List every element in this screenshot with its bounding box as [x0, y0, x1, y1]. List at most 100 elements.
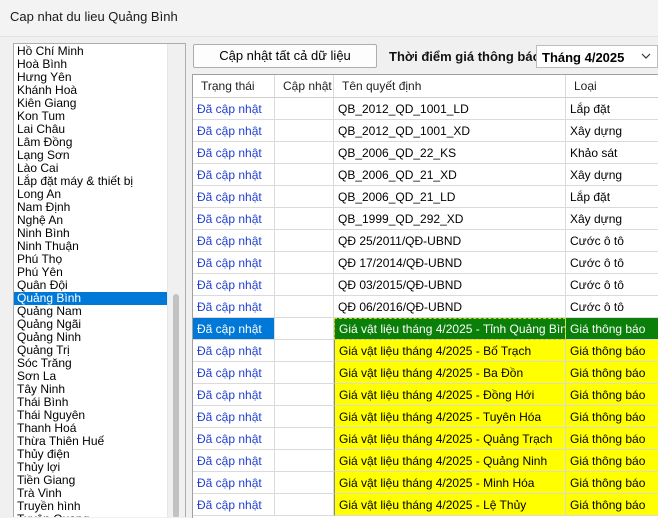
status-cell[interactable]: Đã cập nhật — [193, 208, 275, 230]
decision-name-cell[interactable]: Giá vật liệu tháng 4/2025 - Quảng Trạch — [334, 428, 566, 450]
update-cell[interactable] — [275, 142, 334, 164]
decision-name-cell[interactable]: QB_2006_QD_22_KS — [334, 142, 566, 164]
type-cell[interactable]: Cước ô tô — [566, 296, 658, 318]
update-cell[interactable] — [275, 98, 334, 120]
decision-name-cell[interactable]: Giá vật liệu tháng 4/2025 - Tỉnh Quảng B… — [334, 318, 566, 340]
decision-name-cell[interactable]: QB_1999_QD_292_XD — [334, 208, 566, 230]
type-cell[interactable]: Lắp đặt — [566, 98, 658, 120]
status-cell[interactable]: Đã cập nhật — [193, 274, 275, 296]
update-cell[interactable] — [275, 296, 334, 318]
update-cell[interactable] — [275, 252, 334, 274]
decision-name-cell[interactable]: QĐ 03/2015/QĐ-UBND — [334, 274, 566, 296]
province-item[interactable]: Tuyên Quang — [14, 513, 169, 518]
status-cell[interactable]: Đã cập nhật — [193, 340, 275, 362]
status-cell[interactable]: Đã cập nhật — [193, 142, 275, 164]
decision-name-cell[interactable]: Giá vật liệu tháng 4/2025 - Bố Trạch — [334, 340, 566, 362]
update-cell[interactable] — [275, 230, 334, 252]
type-cell[interactable]: Giá thông báo — [566, 362, 658, 384]
column-header-type[interactable]: Loại — [566, 75, 658, 97]
type-cell[interactable]: Xây dựng — [566, 164, 658, 186]
type-cell[interactable]: Giá thông báo — [566, 384, 658, 406]
table-row[interactable]: Đã cập nhật QĐ 03/2015/QĐ-UBND Cước ô tô — [193, 274, 658, 296]
table-row[interactable]: Đã cập nhật QB_2012_QD_1001_LD Lắp đặt — [193, 98, 658, 120]
decision-name-cell[interactable]: QB_2012_QD_1001_XD — [334, 120, 566, 142]
update-cell[interactable] — [275, 472, 334, 494]
table-row[interactable]: Đã cập nhật QB_2006_QD_22_KS Khảo sát — [193, 142, 658, 164]
status-cell[interactable]: Đã cập nhật — [193, 494, 275, 516]
type-cell[interactable]: Giá thông báo — [566, 472, 658, 494]
table-row[interactable]: Đã cập nhật QB_2012_QD_1001_XD Xây dựng — [193, 120, 658, 142]
status-cell[interactable]: Đã cập nhật — [193, 318, 275, 340]
status-cell[interactable]: Đã cập nhật — [193, 98, 275, 120]
table-row[interactable]: Đã cập nhật Giá vật liệu tháng 4/2025 - L… — [193, 494, 658, 516]
type-cell[interactable]: Cước ô tô — [566, 252, 658, 274]
type-cell[interactable]: Giá thông báo — [566, 450, 658, 472]
update-cell[interactable] — [275, 406, 334, 428]
column-header-update[interactable]: Cập nhật — [275, 75, 334, 97]
type-cell[interactable]: Cước ô tô — [566, 274, 658, 296]
update-cell[interactable] — [275, 340, 334, 362]
month-select[interactable]: Tháng 4/2025 — [536, 45, 658, 68]
decision-name-cell[interactable]: QB_2006_QD_21_XD — [334, 164, 566, 186]
table-row[interactable]: Đã cập nhật Giá vật liệu tháng 4/2025 - T… — [193, 318, 658, 340]
table-row[interactable]: Đã cập nhật QB_2006_QD_21_LD Lắp đặt — [193, 186, 658, 208]
update-all-button[interactable]: Cập nhật tất cả dữ liệu — [193, 44, 377, 68]
table-row[interactable]: Đã cập nhật QB_1999_QD_292_XD Xây dựng — [193, 208, 658, 230]
decision-name-cell[interactable]: Giá vật liệu tháng 4/2025 - Tuyên Hóa — [334, 406, 566, 428]
table-row[interactable]: Đã cập nhật Giá vật liệu tháng 4/2025 - B… — [193, 362, 658, 384]
table-row[interactable]: Đã cập nhật QĐ 25/2011/QĐ-UBND Cước ô tô — [193, 230, 658, 252]
type-cell[interactable]: Giá thông báo — [566, 494, 658, 516]
update-cell[interactable] — [275, 428, 334, 450]
decision-name-cell[interactable]: QĐ 17/2014/QĐ-UBND — [334, 252, 566, 274]
status-cell[interactable]: Đã cập nhật — [193, 428, 275, 450]
type-cell[interactable]: Khảo sát — [566, 142, 658, 164]
update-cell[interactable] — [275, 120, 334, 142]
update-cell[interactable] — [275, 318, 334, 340]
decision-name-cell[interactable]: QB_2006_QD_21_LD — [334, 186, 566, 208]
decision-name-cell[interactable]: Giá vật liệu tháng 4/2025 - Minh Hóa — [334, 472, 566, 494]
table-row[interactable]: Đã cập nhật Giá vật liệu tháng 4/2025 - M… — [193, 472, 658, 494]
province-list[interactable]: Hồ Chí Minh Hoà Bình Hưng Yên Khánh Hoà Kiên… — [13, 43, 186, 517]
update-cell[interactable] — [275, 164, 334, 186]
decision-name-cell[interactable]: Giá vật liệu tháng 4/2025 - Ba Đồn — [334, 362, 566, 384]
column-header-status[interactable]: Trạng thái — [193, 75, 275, 97]
status-cell[interactable]: Đã cập nhật — [193, 406, 275, 428]
type-cell[interactable]: Lắp đặt — [566, 186, 658, 208]
status-cell[interactable]: Đã cập nhật — [193, 230, 275, 252]
update-cell[interactable] — [275, 186, 334, 208]
scrollbar-thumb[interactable] — [173, 294, 179, 517]
table-row[interactable]: Đã cập nhật QĐ 06/2016/QĐ-UBND Cước ô tô — [193, 296, 658, 318]
table-row[interactable]: Đã cập nhật Giá vật liệu tháng 4/2025 - Q… — [193, 428, 658, 450]
type-cell[interactable]: Giá thông báo — [566, 428, 658, 450]
table-row[interactable]: Đã cập nhật QĐ 17/2014/QĐ-UBND Cước ô tô — [193, 252, 658, 274]
type-cell[interactable]: Giá thông báo — [566, 340, 658, 362]
status-cell[interactable]: Đã cập nhật — [193, 252, 275, 274]
decision-name-cell[interactable]: Giá vật liệu tháng 4/2025 - Lệ Thủy — [334, 494, 566, 516]
type-cell[interactable]: Xây dựng — [566, 208, 658, 230]
table-row[interactable]: Đã cập nhật Giá vật liệu tháng 4/2025 - Q… — [193, 450, 658, 472]
status-cell[interactable]: Đã cập nhật — [193, 362, 275, 384]
table-row[interactable]: Đã cập nhật Giá vật liệu tháng 4/2025 - B… — [193, 340, 658, 362]
column-header-decision-name[interactable]: Tên quyết định — [334, 75, 566, 97]
status-cell[interactable]: Đã cập nhật — [193, 296, 275, 318]
decision-name-cell[interactable]: Giá vật liệu tháng 4/2025 - Quảng Ninh — [334, 450, 566, 472]
type-cell[interactable]: Giá thông báo — [566, 318, 658, 340]
status-cell[interactable]: Đã cập nhật — [193, 164, 275, 186]
status-cell[interactable]: Đã cập nhật — [193, 450, 275, 472]
update-cell[interactable] — [275, 362, 334, 384]
status-cell[interactable]: Đã cập nhật — [193, 472, 275, 494]
decision-name-cell[interactable]: QĐ 06/2016/QĐ-UBND — [334, 296, 566, 318]
decision-table[interactable]: Trạng thái Cập nhật Tên quyết định Loại … — [192, 74, 658, 518]
update-cell[interactable] — [275, 450, 334, 472]
update-cell[interactable] — [275, 274, 334, 296]
status-cell[interactable]: Đã cập nhật — [193, 384, 275, 406]
type-cell[interactable]: Xây dựng — [566, 120, 658, 142]
province-list-scrollbar[interactable] — [167, 44, 185, 517]
decision-name-cell[interactable]: QB_2012_QD_1001_LD — [334, 98, 566, 120]
update-cell[interactable] — [275, 494, 334, 516]
table-row[interactable]: Đã cập nhật Giá vật liệu tháng 4/2025 - T… — [193, 406, 658, 428]
table-row[interactable]: Đã cập nhật Giá vật liệu tháng 4/2025 - Đ… — [193, 384, 658, 406]
update-cell[interactable] — [275, 384, 334, 406]
status-cell[interactable]: Đã cập nhật — [193, 120, 275, 142]
update-cell[interactable] — [275, 208, 334, 230]
